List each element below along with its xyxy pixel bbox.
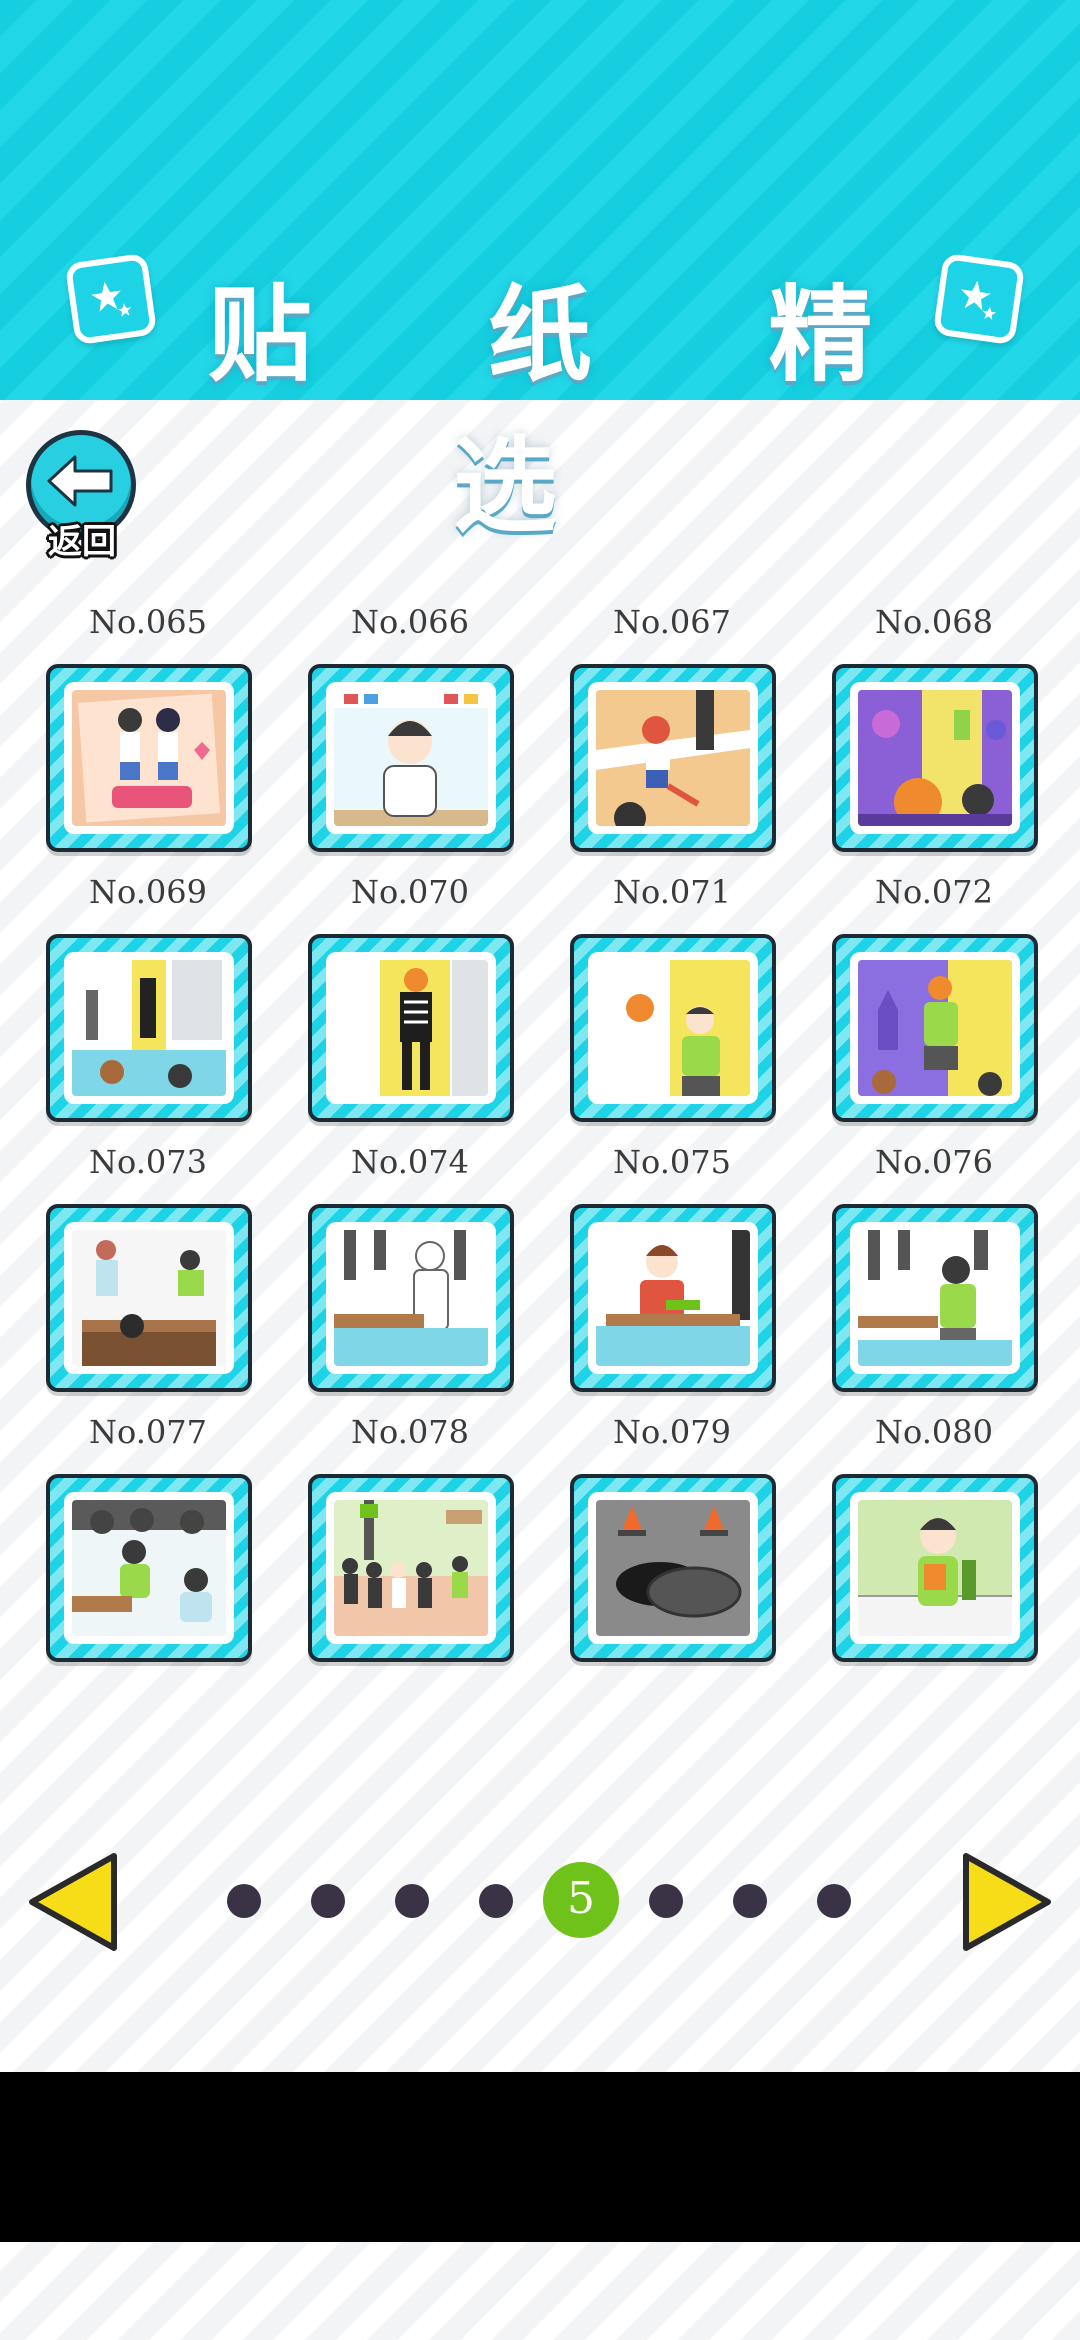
sticker-image: [858, 960, 1012, 1096]
sticker-number: No.079: [613, 1413, 731, 1451]
sticker-card[interactable]: [832, 934, 1038, 1122]
sticker-image: [596, 1230, 750, 1366]
sticker-image: [334, 1500, 488, 1636]
prev-arrow-icon[interactable]: [24, 1848, 124, 1956]
sticker-card[interactable]: [46, 664, 252, 852]
sticker-card[interactable]: [46, 1204, 252, 1392]
page-dot-active[interactable]: 5: [543, 1862, 619, 1938]
sticker-image: [334, 960, 488, 1096]
page-dot[interactable]: [227, 1884, 261, 1918]
sticker-number: No.067: [613, 603, 731, 641]
sticker-image: [858, 1230, 1012, 1366]
page-dot[interactable]: [817, 1884, 851, 1918]
header-banner: 贴 纸 精 选: [0, 0, 1080, 547]
star-card-icon: [932, 252, 1026, 346]
sticker-image: [596, 1500, 750, 1636]
back-label: 返回: [48, 522, 116, 562]
sticker-image: [596, 690, 750, 826]
sticker-image: [858, 690, 1012, 826]
sticker-card[interactable]: [570, 664, 776, 852]
sticker-number: No.077: [89, 1413, 207, 1451]
sticker-card[interactable]: [308, 1474, 514, 1662]
page-title: 贴 纸 精 选: [207, 274, 943, 547]
sticker-image: [334, 1230, 488, 1366]
sticker-image: [858, 1500, 1012, 1636]
page-dot[interactable]: [395, 1884, 429, 1918]
sticker-image: [72, 960, 226, 1096]
sticker-number: No.069: [89, 873, 207, 911]
sticker-card[interactable]: [308, 934, 514, 1122]
sticker-card[interactable]: [46, 934, 252, 1122]
sticker-card[interactable]: [832, 1204, 1038, 1392]
sticker-number: No.065: [89, 603, 207, 641]
sticker-image: [596, 960, 750, 1096]
pager: 5: [0, 1840, 1080, 1960]
sticker-number: No.068: [875, 603, 993, 641]
sticker-card[interactable]: [570, 934, 776, 1122]
sticker-number: No.072: [875, 873, 993, 911]
back-button[interactable]: 返回: [26, 430, 136, 570]
sticker-card[interactable]: [46, 1474, 252, 1662]
sticker-card[interactable]: [570, 1204, 776, 1392]
page-dot[interactable]: [649, 1884, 683, 1918]
page-dot[interactable]: [311, 1884, 345, 1918]
page-dot[interactable]: [479, 1884, 513, 1918]
sticker-number: No.071: [613, 873, 731, 911]
sticker-card[interactable]: [570, 1474, 776, 1662]
system-nav-bar: [0, 2072, 1080, 2242]
sticker-number: No.075: [613, 1143, 731, 1181]
sticker-card[interactable]: [308, 1204, 514, 1392]
sticker-image: [72, 1230, 226, 1366]
sticker-number: No.080: [875, 1413, 993, 1451]
sticker-number: No.073: [89, 1143, 207, 1181]
sticker-image: [334, 690, 488, 826]
sticker-number: No.074: [351, 1143, 469, 1181]
sticker-card[interactable]: [832, 664, 1038, 852]
sticker-number: No.066: [351, 603, 469, 641]
next-arrow-icon[interactable]: [956, 1848, 1056, 1956]
sticker-card[interactable]: [832, 1474, 1038, 1662]
sticker-card[interactable]: [308, 664, 514, 852]
sticker-image: [72, 690, 226, 826]
sticker-number: No.078: [351, 1413, 469, 1451]
sticker-image: [72, 1500, 226, 1636]
sticker-number: No.070: [351, 873, 469, 911]
page-dot[interactable]: [733, 1884, 767, 1918]
sticker-number: No.076: [875, 1143, 993, 1181]
